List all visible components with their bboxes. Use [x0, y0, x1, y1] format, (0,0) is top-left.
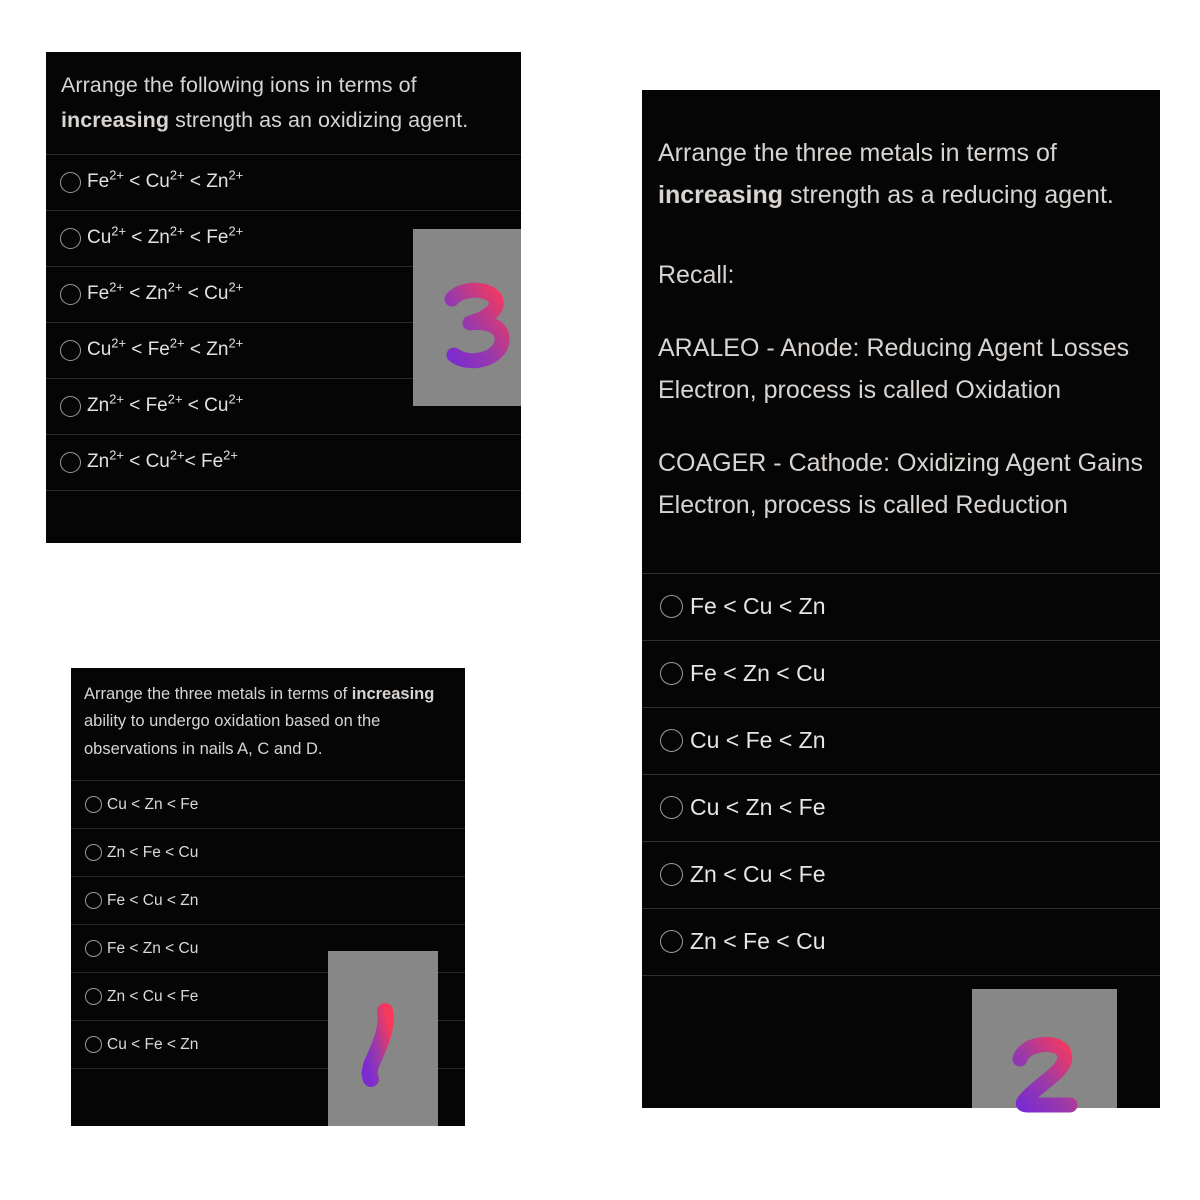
answer-option[interactable]: Fe < Cu < Zn — [642, 572, 1160, 640]
radio-button-icon[interactable] — [660, 595, 683, 618]
answer-option-label: Zn < Cu < Fe — [107, 987, 199, 1005]
annotation-stamp-3 — [413, 229, 521, 406]
answer-option-label: Zn2+ < Fe2+ < Cu2+ — [87, 391, 244, 417]
answer-option[interactable]: Zn < Cu < Fe — [642, 840, 1160, 908]
question-text-ions: Arrange the following ions in terms of i… — [46, 52, 521, 138]
answer-option-label: Fe < Zn < Cu — [107, 939, 199, 957]
answer-option-label: Zn2+ < Cu2+< Fe2+ — [87, 447, 238, 473]
radio-button-icon[interactable] — [660, 796, 683, 819]
question-text-oxidation: Arrange the three metals in terms of inc… — [71, 668, 465, 763]
radio-button-icon[interactable] — [85, 1036, 102, 1054]
question-text-reducing: Arrange the three metals in terms of inc… — [642, 90, 1160, 216]
radio-button-icon[interactable] — [85, 892, 102, 910]
answer-option[interactable]: Zn2+ < Cu2+< Fe2+ — [46, 433, 521, 491]
answer-option[interactable]: Cu < Zn < Fe — [642, 773, 1160, 841]
answer-option-label: Cu < Zn < Fe — [690, 794, 826, 820]
radio-button-icon[interactable] — [85, 796, 102, 814]
radio-button-icon[interactable] — [660, 729, 683, 752]
recall-paragraph-coager: COAGER - Cathode: Oxidizing Agent Gains … — [658, 448, 1143, 520]
radio-button-icon[interactable] — [60, 171, 81, 193]
answer-option-label: Fe < Cu < Zn — [107, 891, 199, 909]
answer-option-label: Zn < Cu < Fe — [690, 861, 826, 887]
radio-button-icon[interactable] — [60, 227, 81, 249]
annotation-stamp-2 — [972, 989, 1117, 1112]
radio-button-icon[interactable] — [85, 988, 102, 1006]
radio-button-icon[interactable] — [660, 662, 683, 685]
answer-option-label: Fe < Zn < Cu — [690, 660, 826, 686]
question-card-reducing-agent: Arrange the three metals in terms of inc… — [642, 90, 1160, 1108]
handwritten-digit-3-icon — [444, 282, 510, 368]
handwritten-digit-2-icon — [1012, 1036, 1077, 1112]
answer-option[interactable]: Cu < Fe < Zn — [642, 706, 1160, 774]
answer-option-label: Fe < Cu < Zn — [690, 593, 826, 619]
annotation-stamp-1 — [328, 951, 438, 1126]
answer-option-label: Cu < Zn < Fe — [107, 795, 199, 813]
radio-button-icon[interactable] — [60, 451, 81, 473]
answer-option-label: Cu < Fe < Zn — [107, 1035, 199, 1053]
answer-option-label: Fe2+ < Cu2+ < Zn2+ — [87, 167, 244, 193]
radio-button-icon[interactable] — [660, 930, 683, 953]
answer-option-label: Cu2+ < Fe2+ < Zn2+ — [87, 335, 244, 361]
answer-option[interactable]: Zn < Fe < Cu — [642, 907, 1160, 976]
answer-option[interactable]: Cu < Zn < Fe — [71, 780, 465, 828]
answer-option[interactable]: Fe < Cu < Zn — [71, 876, 465, 924]
radio-button-icon[interactable] — [85, 844, 102, 862]
question-text-emphasis: increasing — [658, 181, 784, 209]
answer-option-label: Cu2+ < Zn2+ < Fe2+ — [87, 223, 244, 249]
question-text-part2: strength as a reducing agent. — [783, 181, 1114, 209]
radio-button-icon[interactable] — [60, 283, 81, 305]
question-text-part1: Arrange the three metals in terms of — [658, 139, 1057, 167]
recall-heading: Recall: — [658, 261, 735, 289]
question-text-part2: strength as an oxidizing agent. — [169, 107, 469, 132]
handwritten-digit-1-icon — [361, 1002, 394, 1087]
answer-options-reducing: Fe < Cu < Zn Fe < Zn < Cu Cu < Fe < Zn C… — [642, 572, 1160, 976]
question-text-emphasis: increasing — [351, 685, 435, 703]
radio-button-icon[interactable] — [60, 339, 81, 361]
question-text-emphasis: increasing — [61, 107, 170, 132]
answer-option-label: Fe2+ < Zn2+ < Cu2+ — [87, 279, 244, 305]
radio-button-icon[interactable] — [85, 940, 102, 958]
answer-option[interactable]: Fe < Zn < Cu — [642, 639, 1160, 707]
answer-option-label: Cu < Fe < Zn — [690, 727, 826, 753]
answer-option[interactable]: Fe2+ < Cu2+ < Zn2+ — [46, 153, 521, 210]
question-text-part2: ability to undergo oxidation based on th… — [84, 712, 381, 758]
answer-option[interactable]: Zn < Fe < Cu — [71, 828, 465, 876]
recall-paragraph-araleo: ARALEO - Anode: Reducing Agent Losses El… — [658, 333, 1130, 405]
recall-section: Recall: ARALEO - Anode: Reducing Agent L… — [642, 254, 1160, 527]
question-text-part1: Arrange the three metals in terms of — [84, 685, 352, 703]
question-text-part1: Arrange the following ions in terms of — [61, 73, 417, 97]
answer-option-label: Zn < Fe < Cu — [107, 843, 199, 861]
answer-option-label: Zn < Fe < Cu — [690, 928, 826, 954]
radio-button-icon[interactable] — [660, 863, 683, 886]
radio-button-icon[interactable] — [60, 395, 81, 417]
